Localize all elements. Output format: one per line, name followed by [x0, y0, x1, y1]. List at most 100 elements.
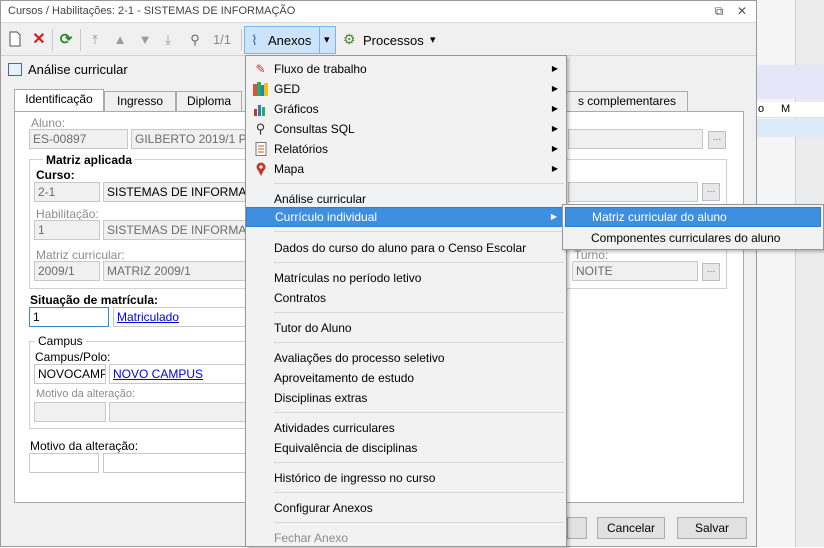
- menu-item-relatorios[interactable]: Relatórios ▶: [246, 139, 566, 159]
- tab-complementares[interactable]: s complementares: [566, 91, 688, 111]
- save-button[interactable]: Salvar: [677, 517, 747, 539]
- campus-name-field[interactable]: NOVO CAMPUS: [109, 364, 248, 384]
- curso-code-field[interactable]: 2-1: [34, 182, 100, 202]
- motivo-label: Motivo da alteração:: [30, 439, 139, 453]
- situacao-code-field[interactable]: 1: [29, 307, 109, 327]
- ok-button-partial[interactable]: [567, 517, 587, 539]
- anexos-menu: ✎ Fluxo de trabalho ▶ GED ▶ Gráficos ▶ ⚲…: [245, 55, 567, 547]
- anexos-dropdown-icon[interactable]: ▾: [324, 33, 330, 46]
- aluno-code-field[interactable]: ES-00897: [29, 129, 128, 149]
- aluno-name-field[interactable]: GILBERTO 2019/1 PO: [131, 129, 246, 149]
- window-title: Cursos / Habilitações: 2-1 - SISTEMAS DE…: [8, 5, 296, 17]
- title-bar: Cursos / Habilitações: 2-1 - SISTEMAS DE…: [1, 1, 756, 23]
- situacao-label: Situação de matrícula:: [30, 293, 159, 307]
- menu-item-tutor[interactable]: Tutor do Aluno: [246, 318, 566, 338]
- menu-separator: [274, 312, 564, 313]
- first-record-icon[interactable]: ⤒: [87, 31, 103, 49]
- menu-item-dados-censo[interactable]: Dados do curso do aluno para o Censo Esc…: [246, 238, 566, 258]
- menu-item-equivalencia[interactable]: Equivalência de disciplinas: [246, 438, 566, 458]
- binoculars-icon[interactable]: ⚲: [186, 31, 204, 49]
- matriz-name-field[interactable]: MATRIZ 2009/1: [103, 261, 248, 281]
- menu-separator: [274, 492, 564, 493]
- anexos-button[interactable]: ⌇ Anexos ▾: [244, 26, 336, 54]
- close-window-icon[interactable]: ✕: [734, 3, 750, 19]
- menu-separator: [274, 231, 564, 232]
- campus-label: Campus/Polo:: [35, 350, 111, 364]
- habilitacao-code-field[interactable]: 1: [34, 220, 100, 240]
- menu-item-graficos[interactable]: Gráficos ▶: [246, 99, 566, 119]
- grid-column-header: o: [758, 103, 765, 115]
- menu-item-historico[interactable]: Histórico de ingresso no curso: [246, 468, 566, 488]
- submenu-arrow-icon: ▶: [551, 124, 558, 133]
- tab-ingresso[interactable]: Ingresso: [104, 91, 176, 111]
- menu-item-fluxo[interactable]: ✎ Fluxo de trabalho ▶: [246, 59, 566, 79]
- menu-separator: [274, 412, 564, 413]
- menu-item-matriculas[interactable]: Matrículas no período letivo: [246, 268, 566, 288]
- situacao-link[interactable]: Matriculado: [117, 310, 179, 324]
- processos-button[interactable]: Processos: [363, 33, 424, 48]
- menu-separator: [274, 183, 564, 184]
- menu-separator: [274, 522, 564, 523]
- menu-item-aproveitamento[interactable]: Aproveitamento de estudo: [246, 368, 566, 388]
- turno-field[interactable]: NOITE: [572, 261, 698, 281]
- menu-item-consultas-sql[interactable]: ⚲ Consultas SQL ▶: [246, 119, 566, 139]
- menu-item-configurar-anexos[interactable]: Configurar Anexos: [246, 498, 566, 518]
- menu-separator: [274, 462, 564, 463]
- menu-separator: [274, 342, 564, 343]
- submenu-arrow-icon: ▶: [551, 64, 558, 73]
- paperclip-icon: ⌇: [251, 32, 258, 48]
- record-counter: 1/1: [212, 32, 232, 47]
- processos-dropdown-icon[interactable]: ▾: [430, 33, 436, 46]
- situacao-name-field[interactable]: Matriculado: [113, 307, 248, 327]
- menu-item-curriculo-individual[interactable]: Currículo individual ▶: [246, 207, 566, 227]
- menu-item-contratos[interactable]: Contratos: [246, 288, 566, 308]
- curso-name-field-right[interactable]: [568, 182, 698, 202]
- menu-item-disciplinas-extras[interactable]: Disciplinas extras: [246, 388, 566, 408]
- menu-item-fechar-anexo: Fechar Anexo: [274, 531, 349, 545]
- aluno-name-field-right[interactable]: [568, 129, 703, 149]
- menu-item-ged[interactable]: GED ▶: [246, 79, 566, 99]
- grid-column-header: M: [781, 103, 791, 115]
- curso-label: Curso:: [36, 168, 75, 182]
- new-record-icon[interactable]: [7, 31, 23, 49]
- restore-icon[interactable]: ⧉: [711, 3, 727, 19]
- motivo-desc-field[interactable]: [103, 453, 248, 473]
- motivo-code-field[interactable]: [29, 453, 99, 473]
- submenu-item-matriz-curricular[interactable]: Matriz curricular do aluno: [565, 207, 821, 227]
- campus-code-field[interactable]: NOVOCAMPU: [34, 364, 106, 384]
- panel-title: Análise curricular: [28, 62, 128, 77]
- motivo-inner-code-field[interactable]: [34, 402, 106, 422]
- refresh-icon[interactable]: ⟳: [58, 31, 74, 49]
- last-record-icon[interactable]: ⤓: [160, 31, 176, 49]
- menu-item-analise-curricular[interactable]: Análise curricular: [246, 189, 566, 209]
- submenu-arrow-icon: ▶: [550, 212, 557, 221]
- submenu-item-componentes[interactable]: Componentes curriculares do aluno: [565, 228, 821, 248]
- submenu-arrow-icon: ▶: [551, 104, 558, 113]
- next-record-icon[interactable]: ▼: [137, 31, 153, 49]
- menu-item-mapa[interactable]: Mapa ▶: [246, 159, 566, 179]
- submenu-arrow-icon: ▶: [551, 164, 558, 173]
- workflow-icon: ✎: [255, 62, 266, 76]
- ged-icon: [253, 82, 268, 96]
- curso-lookup-button[interactable]: ...: [702, 183, 720, 201]
- sql-query-icon: ⚲: [255, 121, 266, 136]
- menu-item-atividades[interactable]: Atividades curriculares: [246, 418, 566, 438]
- motivo-inner-desc-field[interactable]: [109, 402, 248, 422]
- previous-record-icon[interactable]: ▲: [112, 31, 128, 49]
- menu-separator: [274, 262, 564, 263]
- tab-identificacao[interactable]: Identificação: [14, 89, 104, 112]
- tab-diploma[interactable]: Diploma: [176, 91, 242, 111]
- matriz-group-title: Matriz aplicada: [43, 153, 136, 167]
- menu-item-avaliacoes[interactable]: Avaliações do processo seletivo: [246, 348, 566, 368]
- delete-icon[interactable]: ✕: [31, 31, 47, 49]
- campus-link[interactable]: NOVO CAMPUS: [113, 367, 203, 381]
- cancel-button[interactable]: Cancelar: [597, 517, 665, 539]
- habilitacao-name-field[interactable]: SISTEMAS DE INFORMAÇÃ: [103, 220, 248, 240]
- turno-lookup-button[interactable]: ...: [702, 263, 720, 281]
- aluno-lookup-button[interactable]: ...: [708, 131, 726, 149]
- submenu-arrow-icon: ▶: [551, 144, 558, 153]
- matriz-code-field[interactable]: 2009/1: [34, 261, 100, 281]
- processos-icon: ⚙: [343, 31, 356, 47]
- report-icon: [253, 142, 268, 156]
- curso-name-field[interactable]: SISTEMAS DE INFORMAÇÃ: [103, 182, 248, 202]
